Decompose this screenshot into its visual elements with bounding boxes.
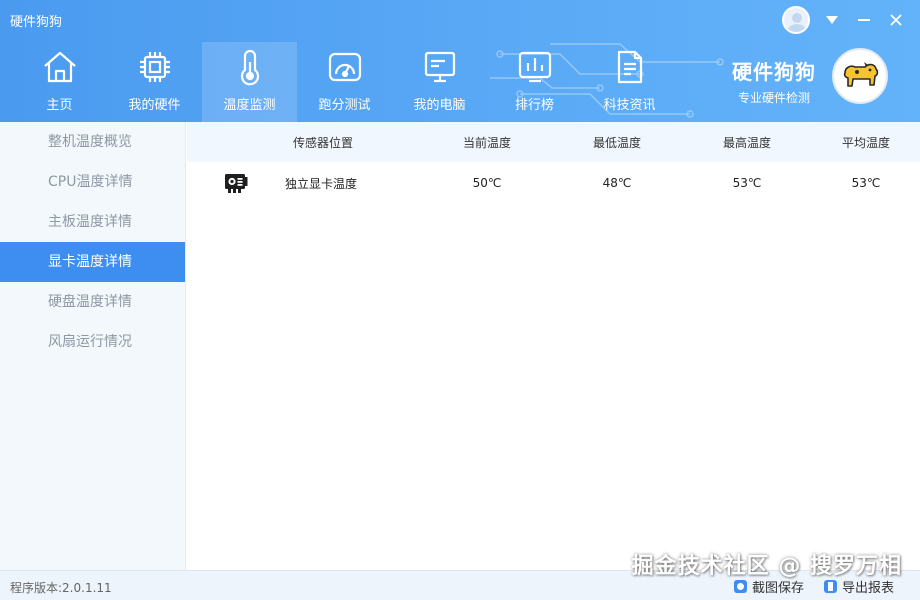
app-title: 硬件狗狗 — [10, 15, 63, 30]
ranking-icon — [518, 51, 551, 83]
brand-name: 硬件狗狗 — [732, 60, 816, 84]
nav-hardware[interactable]: 我的硬件 — [107, 42, 202, 122]
nav-label: 排行榜 — [514, 98, 554, 113]
close-icon[interactable] — [886, 10, 906, 30]
nav-label: 温度监测 — [223, 98, 276, 113]
dropdown-icon[interactable] — [822, 10, 842, 30]
cell-min: 48℃ — [602, 176, 632, 190]
nav-label: 科技资讯 — [603, 98, 656, 113]
header-sensor: 传感器位置 — [293, 135, 354, 150]
nav-temperature[interactable]: 温度监测 — [202, 42, 297, 122]
main-nav: 主页 我的硬件 温度监测 跑分测试 我的电脑 排行榜 科技资讯 — [12, 42, 677, 122]
cell-max: 53℃ — [732, 176, 762, 190]
version-label: 程序版本:2.0.1.11 — [10, 581, 112, 595]
nav-label: 我的电脑 — [413, 98, 466, 113]
nav-label: 我的硬件 — [128, 98, 181, 113]
temperature-table: 传感器位置 当前温度 最低温度 最高温度 平均温度 独立显卡温度 50℃ 48℃… — [187, 122, 920, 570]
cell-sensor: 独立显卡温度 — [285, 176, 358, 191]
watermark: 掘金技术社区 @ 搜罗万相 — [631, 554, 902, 579]
nav-benchmark[interactable]: 跑分测试 — [297, 42, 392, 122]
table-row[interactable]: 独立显卡温度 50℃ 48℃ 53℃ 53℃ — [187, 162, 920, 204]
nav-news[interactable]: 科技资讯 — [582, 42, 677, 122]
camera-icon — [733, 580, 747, 593]
header-current: 当前温度 — [462, 135, 511, 150]
title-bar: 硬件狗狗 主页 我的硬件 温度监测 跑分测试 我的电脑 排行榜 科技资讯 硬件狗… — [0, 0, 920, 122]
nav-label: 跑分测试 — [318, 98, 371, 113]
sidebar-item-cpu[interactable]: CPU温度详情 — [0, 162, 185, 202]
news-icon — [617, 50, 642, 84]
nav-label: 主页 — [46, 98, 73, 113]
chip-icon — [139, 52, 170, 82]
export-icon — [823, 580, 837, 593]
window-controls — [782, 6, 906, 34]
sidebar-item-gpu[interactable]: 显卡温度详情 — [0, 242, 185, 282]
user-avatar[interactable] — [782, 6, 810, 34]
home-icon — [43, 51, 76, 83]
header-min: 最低温度 — [592, 135, 641, 150]
cell-current: 50℃ — [472, 176, 502, 190]
brand-subtitle: 专业硬件检测 — [737, 91, 810, 105]
thermometer-icon — [240, 49, 259, 86]
minimize-icon[interactable] — [854, 10, 874, 30]
nav-computer[interactable]: 我的电脑 — [392, 42, 487, 122]
sidebar-item-motherboard[interactable]: 主板温度详情 — [0, 202, 185, 242]
sidebar-item-fan[interactable]: 风扇运行情况 — [0, 322, 185, 362]
gauge-icon — [328, 52, 361, 82]
monitor-icon — [424, 51, 455, 83]
nav-home[interactable]: 主页 — [12, 42, 107, 122]
brand: 硬件狗狗 专业硬件检测 — [732, 56, 816, 106]
graphics-card-icon — [187, 172, 285, 194]
dog-logo-icon — [832, 48, 888, 104]
table-header: 传感器位置 当前温度 最低温度 最高温度 平均温度 — [187, 122, 920, 162]
cell-avg: 53℃ — [851, 176, 881, 190]
header-max: 最高温度 — [722, 135, 771, 150]
nav-ranking[interactable]: 排行榜 — [487, 42, 582, 122]
sidebar-item-disk[interactable]: 硬盘温度详情 — [0, 282, 185, 322]
sidebar-item-overview[interactable]: 整机温度概览 — [0, 122, 185, 162]
header-avg: 平均温度 — [841, 135, 890, 150]
sidebar: 整机温度概览 CPU温度详情 主板温度详情 显卡温度详情 硬盘温度详情 风扇运行… — [0, 122, 186, 570]
